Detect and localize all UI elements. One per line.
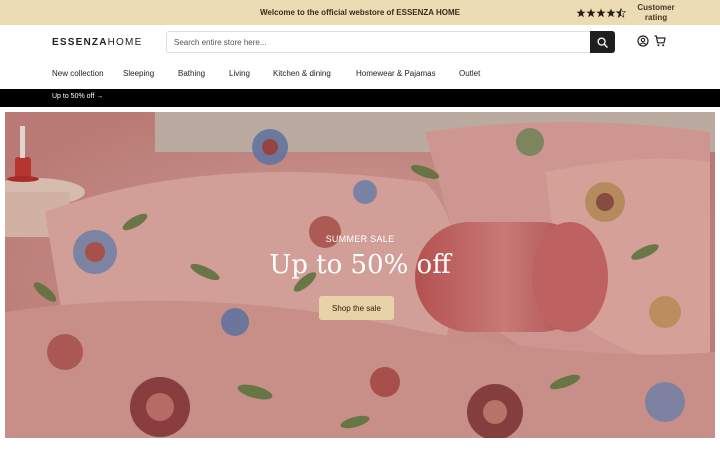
hero-kicker: SUMMER SALE xyxy=(325,234,395,244)
nav-outlet[interactable]: Outlet xyxy=(459,69,480,78)
star-icon xyxy=(596,8,606,17)
site-header: ESSENZAHOME xyxy=(0,25,720,65)
search-input[interactable] xyxy=(167,32,591,52)
shop-sale-button[interactable]: Shop the sale xyxy=(319,296,394,320)
star-icon xyxy=(586,8,596,17)
logo-light: HOME xyxy=(107,37,143,48)
hero-banner[interactable]: SUMMER SALE Up to 50% off Shop the sale xyxy=(5,112,715,438)
rating-stars xyxy=(576,7,626,18)
logo-bold: ESSENZA xyxy=(52,37,108,48)
nav-sleeping[interactable]: Sleeping xyxy=(123,69,154,78)
nav-living[interactable]: Living xyxy=(229,69,250,78)
nav-bathing[interactable]: Bathing xyxy=(178,69,205,78)
search-bar xyxy=(166,31,615,53)
main-nav: New collection Sleeping Bathing Living K… xyxy=(0,65,720,89)
half-star-icon xyxy=(616,7,626,18)
star-icon xyxy=(576,8,586,17)
rating-label: Customer rating xyxy=(637,2,675,22)
cart-icon[interactable] xyxy=(654,35,666,47)
nav-homewear-pajamas[interactable]: Homewear & Pajamas xyxy=(356,69,436,78)
star-icon xyxy=(606,8,616,17)
search-icon xyxy=(597,36,608,48)
search-button[interactable] xyxy=(590,31,615,53)
nav-kitchen-dining[interactable]: Kitchen & dining xyxy=(273,69,331,78)
hero-title: Up to 50% off xyxy=(269,250,451,280)
promo-link[interactable]: Up to 50% off → xyxy=(52,93,103,100)
promo-strip: Up to 50% off → xyxy=(0,89,720,107)
nav-new-collection[interactable]: New collection xyxy=(52,69,104,78)
customer-rating[interactable]: Customer rating xyxy=(576,2,676,23)
announcement-bar: Welcome to the official webstore of ESSE… xyxy=(0,0,720,25)
account-icon[interactable] xyxy=(637,35,649,47)
logo[interactable]: ESSENZAHOME xyxy=(52,37,142,48)
